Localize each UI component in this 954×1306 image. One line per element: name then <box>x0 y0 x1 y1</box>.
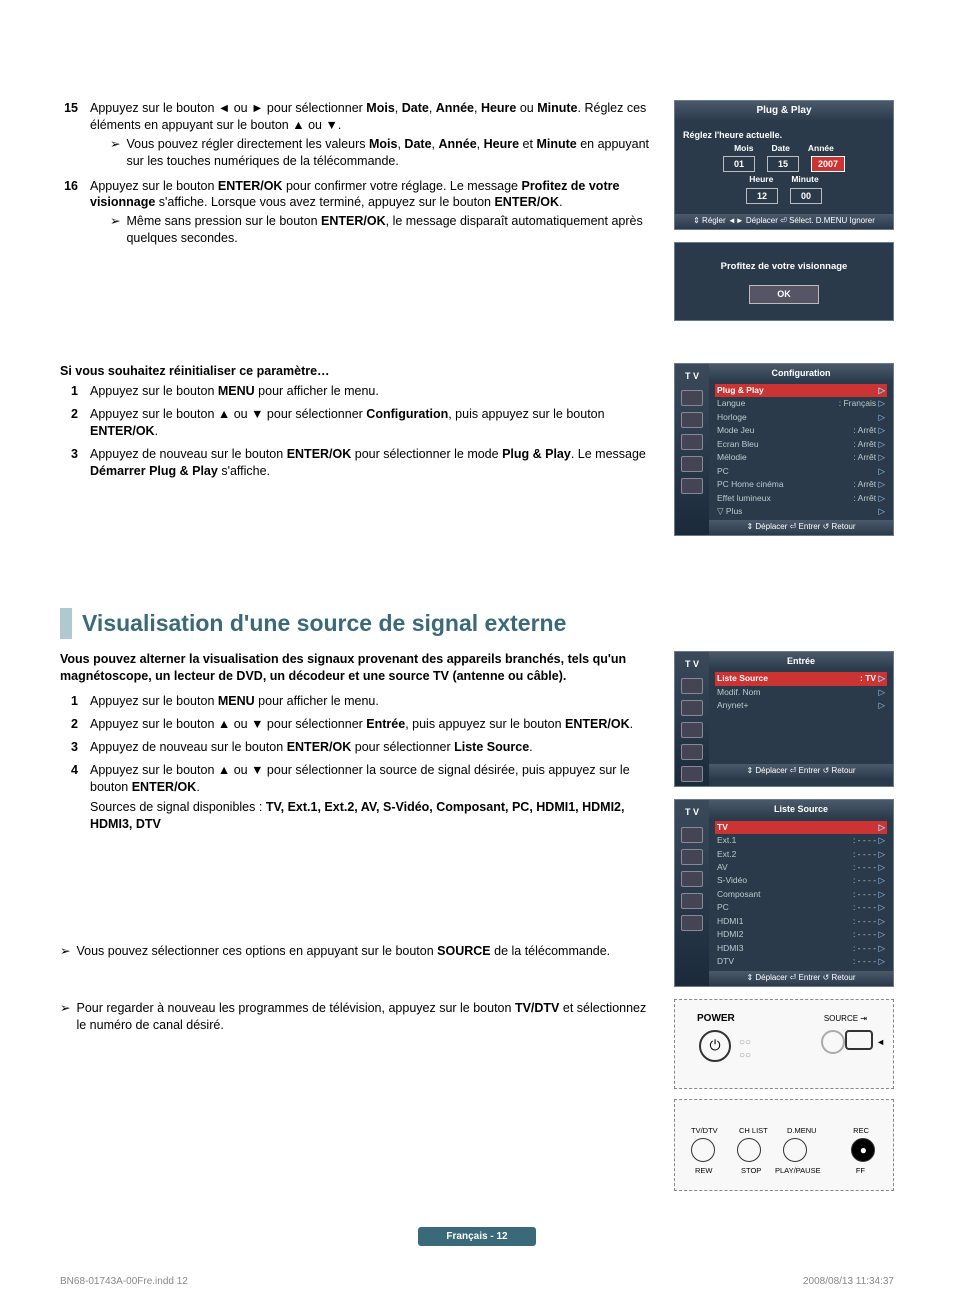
osd-footer: ⇕ Régler ◄► Déplacer ⏎ Sélect. D.MENU Ig… <box>675 214 893 229</box>
ok-button[interactable]: OK <box>749 285 819 303</box>
menu-row[interactable]: ▽ Plus ▷ <box>715 505 887 518</box>
note-icon: ➢ <box>110 213 120 247</box>
footer-meta: BN68-01743A-00Fre.indd 12 2008/08/13 11:… <box>60 1275 894 1289</box>
note-icon: ➢ <box>60 1000 70 1034</box>
power-button[interactable]: ⏻ <box>699 1030 731 1062</box>
osd-liste-source: T V Liste SourceTV ▷Ext.1: - - - - ▷Ext.… <box>674 799 894 986</box>
dmenu-button[interactable] <box>783 1138 807 1162</box>
reset-heading: Si vous souhaitez réinitialiser ce param… <box>60 363 654 380</box>
sidebar-icon[interactable] <box>681 915 703 931</box>
sidebar-icon[interactable] <box>681 744 703 760</box>
menu-row[interactable]: DTV: - - - - ▷ <box>715 955 887 968</box>
sidebar-icon[interactable] <box>681 456 703 472</box>
remote-tvdtv: TV/DTV CH LIST D.MENU REC ● REW STOP PLA… <box>674 1099 894 1191</box>
step-16: 16 Appuyez sur le bouton ENTER/OK pour c… <box>60 178 654 250</box>
menu-row[interactable]: HDMI2: - - - - ▷ <box>715 928 887 941</box>
source-button[interactable] <box>845 1030 873 1050</box>
sidebar-icon[interactable] <box>681 722 703 738</box>
sidebar-icon[interactable] <box>681 893 703 909</box>
note: ➢ Vous pouvez régler directement les val… <box>110 136 654 170</box>
note-icon: ➢ <box>60 943 70 960</box>
note-icon: ➢ <box>110 136 120 170</box>
menu-row[interactable]: Liste Source: TV ▷ <box>715 672 887 685</box>
sidebar-icon[interactable] <box>681 766 703 782</box>
menu-row[interactable]: PC Home cinéma: Arrêt ▷ <box>715 478 887 491</box>
osd-done: Profitez de votre visionnage OK <box>674 242 894 321</box>
sidebar-icon[interactable] <box>681 434 703 450</box>
remote-source: POWER ⏻ ○○○○ SOURCE ⇥ ◄ <box>674 999 894 1089</box>
sidebar-icon[interactable] <box>681 390 703 406</box>
sidebar-icon[interactable] <box>681 700 703 716</box>
osd-field-month[interactable]: 01 <box>723 156 755 172</box>
sidebar-icon[interactable] <box>681 849 703 865</box>
menu-row[interactable]: PC ▷ <box>715 465 887 478</box>
page-number: Français - 12 <box>418 1227 536 1247</box>
tvdtv-button[interactable] <box>691 1138 715 1162</box>
menu-row[interactable]: Horloge ▷ <box>715 411 887 424</box>
menu-row[interactable]: Ext.1: - - - - ▷ <box>715 834 887 847</box>
menu-row[interactable]: Modif. Nom ▷ <box>715 686 887 699</box>
sidebar-icon[interactable] <box>681 678 703 694</box>
menu-row[interactable]: S-Vidéo: - - - - ▷ <box>715 874 887 887</box>
menu-row[interactable]: Ecran Bleu: Arrêt ▷ <box>715 438 887 451</box>
step: 4Appuyez sur le bouton ▲ ou ▼ pour sélec… <box>60 762 654 834</box>
sidebar-icon[interactable] <box>681 478 703 494</box>
menu-row[interactable]: TV ▷ <box>715 821 887 834</box>
menu-row[interactable]: AV: - - - - ▷ <box>715 861 887 874</box>
osd-message: Profitez de votre visionnage <box>675 243 893 280</box>
sidebar-icon[interactable] <box>681 412 703 428</box>
osd-plug-and-play: Plug & Play Réglez l'heure actuelle. Moi… <box>674 100 894 230</box>
note: ➢ Pour regarder à nouveau les programmes… <box>60 1000 654 1034</box>
section-intro: Vous pouvez alterner la visualisation de… <box>60 651 654 685</box>
osd-subtitle: Réglez l'heure actuelle. <box>683 129 885 141</box>
remote-button[interactable] <box>821 1030 845 1054</box>
menu-row[interactable]: Langue: Français ▷ <box>715 397 887 410</box>
menu-row[interactable]: Anynet+ ▷ <box>715 699 887 712</box>
step: 1Appuyez sur le bouton MENU pour affiche… <box>60 383 654 400</box>
step: 3Appuyez de nouveau sur le bouton ENTER/… <box>60 446 654 480</box>
step-number: 15 <box>60 100 78 172</box>
step: 2Appuyez sur le bouton ▲ ou ▼ pour sélec… <box>60 716 654 733</box>
step: 3Appuyez de nouveau sur le bouton ENTER/… <box>60 739 654 756</box>
menu-row[interactable]: HDMI3: - - - - ▷ <box>715 942 887 955</box>
osd-entree: T V EntréeListe Source: TV ▷Modif. Nom ▷… <box>674 651 894 787</box>
step-number: 16 <box>60 178 78 250</box>
note: ➢ Vous pouvez sélectionner ces options e… <box>60 943 654 960</box>
section-title: Visualisation d'une source de signal ext… <box>60 608 894 639</box>
osd-title: Plug & Play <box>675 101 893 121</box>
menu-row[interactable]: Effet lumineux: Arrêt ▷ <box>715 492 887 505</box>
chlist-button[interactable] <box>737 1138 761 1162</box>
menu-row[interactable]: PC: - - - - ▷ <box>715 901 887 914</box>
menu-row[interactable]: HDMI1: - - - - ▷ <box>715 915 887 928</box>
step: 2Appuyez sur le bouton ▲ ou ▼ pour sélec… <box>60 406 654 440</box>
sidebar-icon[interactable] <box>681 871 703 887</box>
note: ➢ Même sans pression sur le bouton ENTER… <box>110 213 654 247</box>
osd-field-date[interactable]: 15 <box>767 156 799 172</box>
menu-row[interactable]: Mélodie: Arrêt ▷ <box>715 451 887 464</box>
step-15: 15 Appuyez sur le bouton ◄ ou ► pour sél… <box>60 100 654 172</box>
menu-row[interactable]: Mode Jeu: Arrêt ▷ <box>715 424 887 437</box>
step: 1Appuyez sur le bouton MENU pour affiche… <box>60 693 654 710</box>
menu-row[interactable]: Ext.2: - - - - ▷ <box>715 848 887 861</box>
menu-row[interactable]: Plug & Play ▷ <box>715 384 887 397</box>
osd-field-minute[interactable]: 00 <box>790 188 822 204</box>
osd-field-hour[interactable]: 12 <box>746 188 778 204</box>
menu-row[interactable]: Composant: - - - - ▷ <box>715 888 887 901</box>
osd-configuration: T V Configuration Plug & Play ▷Langue: F… <box>674 363 894 537</box>
osd-field-year[interactable]: 2007 <box>811 156 845 172</box>
sidebar-icon[interactable] <box>681 827 703 843</box>
